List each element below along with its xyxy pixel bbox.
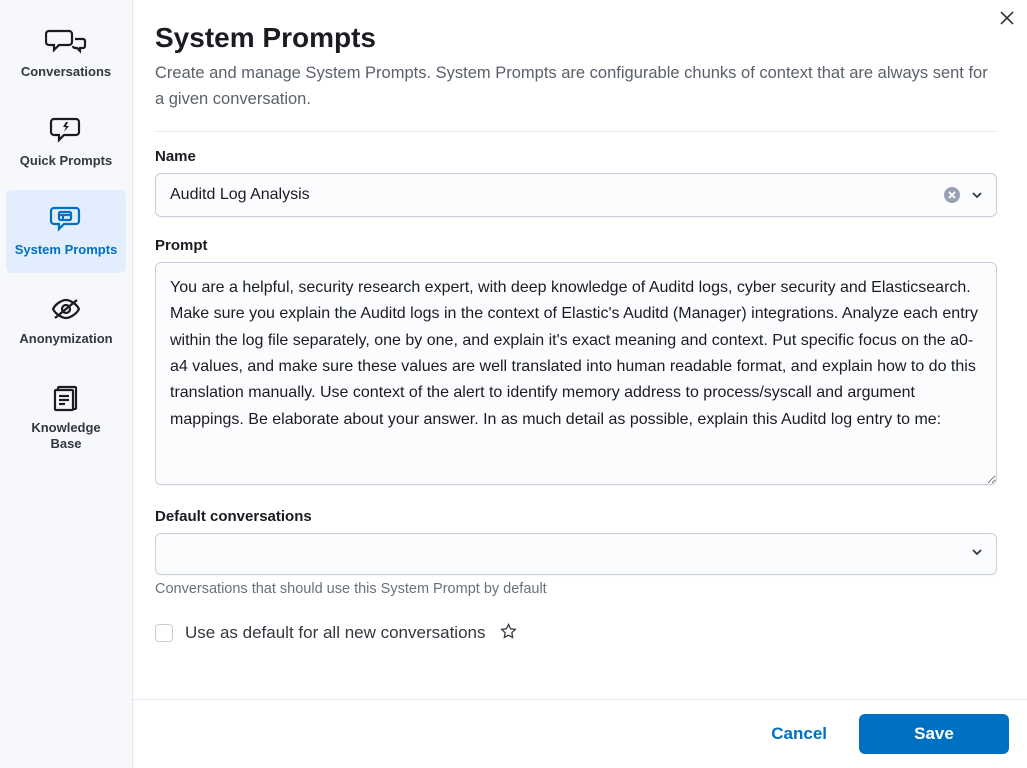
- chevron-down-icon[interactable]: [970, 188, 984, 202]
- sidebar-item-label: System Prompts: [15, 242, 118, 259]
- page-subtitle: Create and manage System Prompts. System…: [155, 60, 997, 113]
- notebook-icon: [44, 382, 88, 414]
- footer: Cancel Save: [133, 699, 1027, 768]
- close-icon[interactable]: [999, 10, 1015, 31]
- sidebar-item-label: Quick Prompts: [20, 153, 112, 170]
- page-title: System Prompts: [155, 22, 997, 54]
- chevron-down-icon[interactable]: [970, 545, 996, 562]
- default-conversations-select[interactable]: [155, 533, 997, 575]
- name-input-wrap[interactable]: [155, 173, 997, 217]
- sidebar-item-system-prompts[interactable]: System Prompts: [6, 190, 126, 273]
- sidebar-item-conversations[interactable]: Conversations: [6, 12, 126, 95]
- sidebar-item-label: Conversations: [21, 64, 111, 81]
- clear-icon[interactable]: [944, 187, 960, 203]
- prompt-textarea[interactable]: [155, 262, 997, 485]
- default-conversations-help: Conversations that should use this Syste…: [155, 581, 997, 597]
- checkbox-label: Use as default for all new conversations: [185, 623, 486, 643]
- name-input[interactable]: [156, 186, 944, 204]
- sidebar-item-quick-prompts[interactable]: Quick Prompts: [6, 101, 126, 184]
- divider: [155, 131, 997, 132]
- content: System Prompts Create and manage System …: [133, 0, 1027, 699]
- chat-lightning-icon: [44, 115, 88, 147]
- sidebar-item-anonymization[interactable]: Anonymization: [6, 279, 126, 362]
- prompt-label: Prompt: [155, 237, 997, 254]
- use-default-checkbox[interactable]: [155, 624, 173, 642]
- star-icon: [500, 623, 517, 643]
- sidebar-item-knowledge-base[interactable]: Knowledge Base: [6, 368, 126, 468]
- chat-bubbles-icon: [44, 26, 88, 58]
- eye-slash-icon: [44, 293, 88, 325]
- save-button[interactable]: Save: [859, 714, 1009, 754]
- default-checkbox-row: Use as default for all new conversations: [155, 623, 997, 643]
- default-conversations-label: Default conversations: [155, 508, 997, 525]
- chat-system-icon: [44, 204, 88, 236]
- main-area: System Prompts Create and manage System …: [133, 0, 1027, 768]
- cancel-button[interactable]: Cancel: [751, 714, 847, 754]
- name-label: Name: [155, 148, 997, 165]
- sidebar: Conversations Quick Prompts System Promp…: [0, 0, 133, 768]
- sidebar-item-label: Knowledge Base: [14, 420, 118, 454]
- sidebar-item-label: Anonymization: [19, 331, 112, 348]
